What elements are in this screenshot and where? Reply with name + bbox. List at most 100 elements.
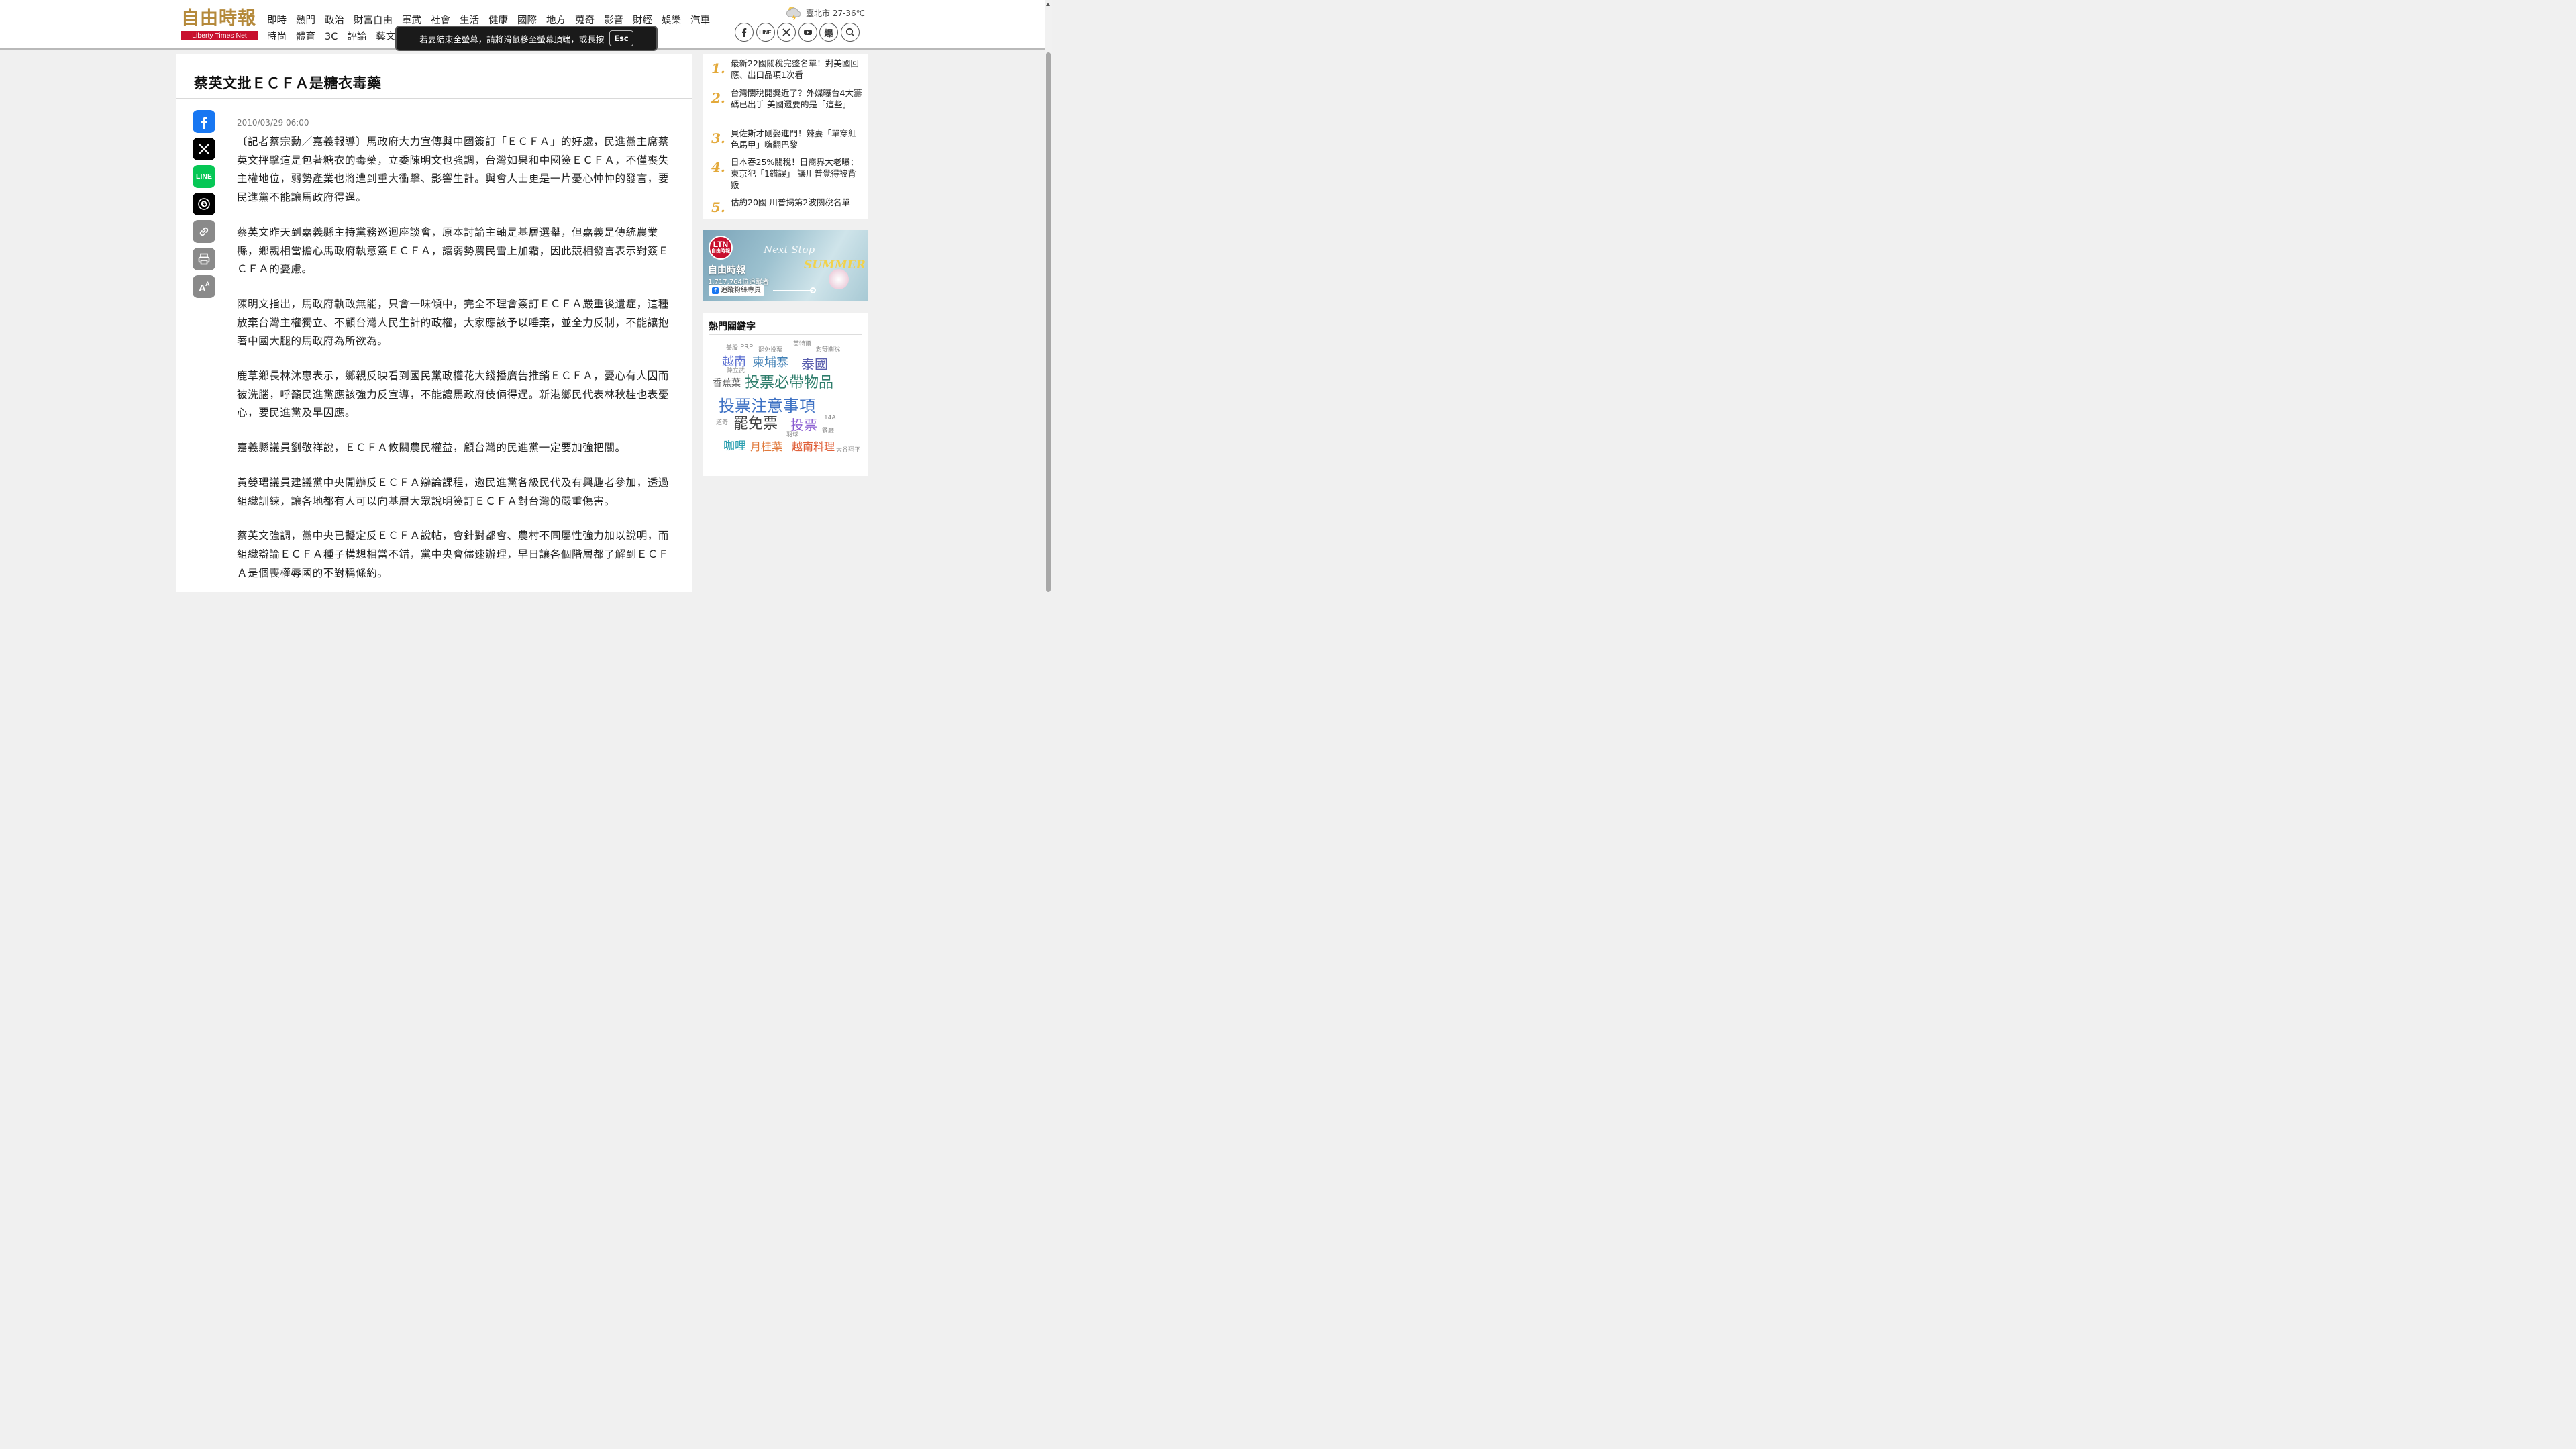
- weather-widget[interactable]: 臺北市 27-36℃: [786, 5, 865, 21]
- keyword-tag[interactable]: 罷免投票: [758, 348, 782, 354]
- keyword-tag[interactable]: 泰國: [801, 358, 828, 371]
- ltn-badge-text: LTN: [713, 240, 729, 249]
- row1-item-0[interactable]: 即時: [267, 14, 287, 28]
- print-button[interactable]: [193, 248, 215, 270]
- hot-keywords-card: 熱門關鍵字 美股 PRP 罷免投票 英特爾 對等關稅越南 陳立武 柬埔寨 泰國香蕉葉 投票必帶物…: [703, 313, 868, 476]
- row2-item-3[interactable]: 評論: [347, 30, 366, 44]
- fb-followers-count: 1,717,764位追蹤者: [708, 279, 769, 286]
- share-facebook-button[interactable]: [193, 110, 215, 133]
- row2-item-2[interactable]: 3C: [325, 30, 338, 44]
- article-paragraph: 陳明文指出，馬政府執政無能，只會一味傾中，完全不理會簽訂ＥＣＦＡ嚴重後遺症，這種…: [237, 297, 670, 348]
- banner-slogan: Next Stop: [764, 244, 815, 256]
- ranking-headline-link[interactable]: 台灣關稅開獎近了？外媒曝台4大籌碼已出手 美國還要的是「這些」: [731, 87, 862, 110]
- share-bar: LINE AA: [193, 110, 215, 303]
- facebook-icon: [742, 28, 747, 37]
- keyword-tag[interactable]: 羽球: [786, 432, 798, 438]
- keyword-tag[interactable]: 月桂葉: [750, 442, 782, 452]
- cloud-thunder-icon: [786, 7, 801, 21]
- keyword-tag[interactable]: 罷免票: [733, 417, 778, 432]
- keyword-tag[interactable]: 越南料理: [792, 442, 835, 452]
- keyword-tag[interactable]: 對等關稅: [816, 347, 840, 353]
- article-card: 蔡英文批ＥＣＦＡ是糖衣毒藥 LINE AA 2010/03/29 06:00 〔…: [176, 54, 692, 592]
- copy-link-button[interactable]: [193, 220, 215, 243]
- share-x-button[interactable]: [193, 138, 215, 160]
- keyword-tag[interactable]: 陳立武: [727, 368, 745, 374]
- scrollbar-thumb[interactable]: [1046, 52, 1051, 592]
- row1-item-3[interactable]: 財富自由: [354, 14, 393, 28]
- keyword-tag[interactable]: 大谷翔平: [836, 448, 860, 454]
- keyword-tag[interactable]: 柬埔寨: [752, 357, 788, 369]
- ranking-headline-link[interactable]: 最新22國關稅完整名單！對美國回應、出口品項1次看: [731, 58, 862, 81]
- share-threads-button[interactable]: [193, 193, 215, 215]
- banner-slider-track: [773, 290, 813, 291]
- keyword-tag[interactable]: PRP: [740, 344, 753, 351]
- row2-item-1[interactable]: 體育: [296, 30, 315, 44]
- ranking-number: 2.: [711, 90, 725, 106]
- row2-item-4[interactable]: 藝文: [376, 30, 395, 44]
- article-paragraphs: 〔記者蔡宗勳／嘉義報導〕馬政府大力宣傳與中國簽訂「ＥＣＦＡ」的好處，民進黨主席蔡…: [237, 133, 676, 583]
- article-title: 蔡英文批ＥＣＦＡ是糖衣毒藥: [194, 75, 382, 91]
- social-links: LINE 爆: [735, 23, 862, 42]
- facebook-icon: [201, 117, 207, 129]
- article-paragraph: 蔡英文強調，黨中央已擬定反ＥＣＦＡ說帖，會針對都會、農村不同屬性強力加以說明，而…: [237, 530, 670, 579]
- article-date: 2010/03/29 06:00: [237, 118, 309, 128]
- site-logo[interactable]: 自由時報 Liberty Times Net: [181, 8, 258, 42]
- facebook-page-banner[interactable]: LTN 自由時報 Next Stop SUMMER 自由時報 1,717,764…: [703, 230, 868, 301]
- keyword-tag[interactable]: 咖哩: [723, 441, 746, 452]
- row1-item-13[interactable]: 娛樂: [662, 14, 681, 28]
- x-link-button[interactable]: [777, 23, 796, 42]
- facebook-link-button[interactable]: [735, 23, 754, 42]
- article-paragraph: 嘉義縣議員劉敬祥說，ＥＣＦＡ攸關農民權益，顧台灣的民進黨一定要加強把關。: [237, 442, 626, 454]
- line-icon: LINE: [759, 29, 772, 36]
- article-paragraph: 黃嫈珺議員建議黨中央開辦反ＥＣＦＡ辯論課程，邀民進黨各級民代及有興趣者參加，透過…: [237, 476, 670, 507]
- youtube-icon: [803, 30, 812, 35]
- article-paragraph: 鹿草鄉長林沐惠表示，鄉親反映看到國民黨政權花大錢播廣告推銷ＥＣＦＡ，憂心有人因而…: [237, 370, 670, 419]
- keyword-tag[interactable]: 投票必帶物品: [745, 376, 833, 391]
- flower-graphic: [829, 269, 849, 289]
- article-paragraph: 〔記者蔡宗勳／嘉義報導〕馬政府大力宣傳與中國簽訂「ＥＣＦＡ」的好處，民進黨主席蔡…: [237, 136, 670, 204]
- fullscreen-exit-notice: 若要結束全螢幕，請將滑鼠移至螢幕頂端，或長按 Esc: [395, 26, 658, 51]
- share-line-button[interactable]: LINE: [193, 165, 215, 188]
- keyword-tag[interactable]: 餐廳: [822, 428, 834, 434]
- x-icon: [782, 28, 790, 36]
- scroll-up-arrow-icon[interactable]: [1046, 3, 1050, 6]
- keyword-tag[interactable]: 14A: [824, 415, 836, 421]
- logo-text: 自由時報: [181, 8, 256, 29]
- fb-page-name: 自由時報: [708, 265, 745, 276]
- ranking-headline-link[interactable]: 貝佐斯才剛娶進門！辣妻「單穿紅色馬甲」嗨翻巴黎: [731, 128, 862, 150]
- row1-item-2[interactable]: 政治: [325, 14, 344, 28]
- font-size-button[interactable]: AA: [193, 275, 215, 298]
- hot-keywords-title: 熱門關鍵字: [709, 321, 756, 332]
- popular-ranking-card: 1. 最新22國關稅完整名單！對美國回應、出口品項1次看 2. 台灣關稅開獎近了？外媒…: [703, 54, 868, 219]
- row1-item-1[interactable]: 熱門: [296, 14, 315, 28]
- keyword-tag[interactable]: 越南: [722, 356, 746, 368]
- row2-item-0[interactable]: 時尚: [267, 30, 287, 44]
- ranking-headline-link[interactable]: 估約20國 川普揭第2波關稅名單: [731, 197, 862, 208]
- keyword-tag[interactable]: 投票注意事項: [719, 398, 815, 414]
- ranking-number: 5.: [711, 199, 725, 215]
- ltn-logo-badge: LTN 自由時報: [709, 236, 733, 260]
- keyword-tag[interactable]: 美股: [726, 346, 738, 352]
- row1-item-14[interactable]: 汽車: [690, 14, 710, 28]
- search-button[interactable]: [840, 23, 860, 42]
- youtube-link-button[interactable]: [798, 23, 817, 42]
- article-body: 2010/03/29 06:00 〔記者蔡宗勳／嘉義報導〕馬政府大力宣傳與中國簽…: [237, 117, 676, 599]
- bao-link-button[interactable]: 爆: [819, 23, 838, 42]
- keyword-tag[interactable]: 道奇: [716, 420, 728, 426]
- fb-follow-button[interactable]: f 追蹤粉絲專頁: [709, 285, 764, 296]
- keyword-tag[interactable]: 英特爾: [793, 342, 811, 348]
- ranking-headline-link[interactable]: 日本吞25%關稅！日商界大老曝：東京犯「1錯誤」 讓川普覺得被背叛: [731, 156, 862, 191]
- line-icon: LINE: [196, 172, 212, 181]
- line-link-button[interactable]: LINE: [756, 23, 775, 42]
- bao-icon: 爆: [824, 28, 833, 38]
- ranking-number: 1.: [711, 60, 725, 77]
- page-scrollbar[interactable]: [1045, 0, 1052, 592]
- esc-key-badge: Esc: [609, 30, 633, 46]
- ranking-number: 3.: [711, 130, 725, 146]
- svg-text:A: A: [205, 281, 210, 287]
- title-divider: [176, 98, 692, 99]
- link-icon: [199, 227, 209, 236]
- ranking-number: 4.: [711, 159, 725, 175]
- keyword-tag[interactable]: 香蕉葉: [713, 379, 741, 388]
- keyword-tag[interactable]: 投票: [790, 418, 817, 432]
